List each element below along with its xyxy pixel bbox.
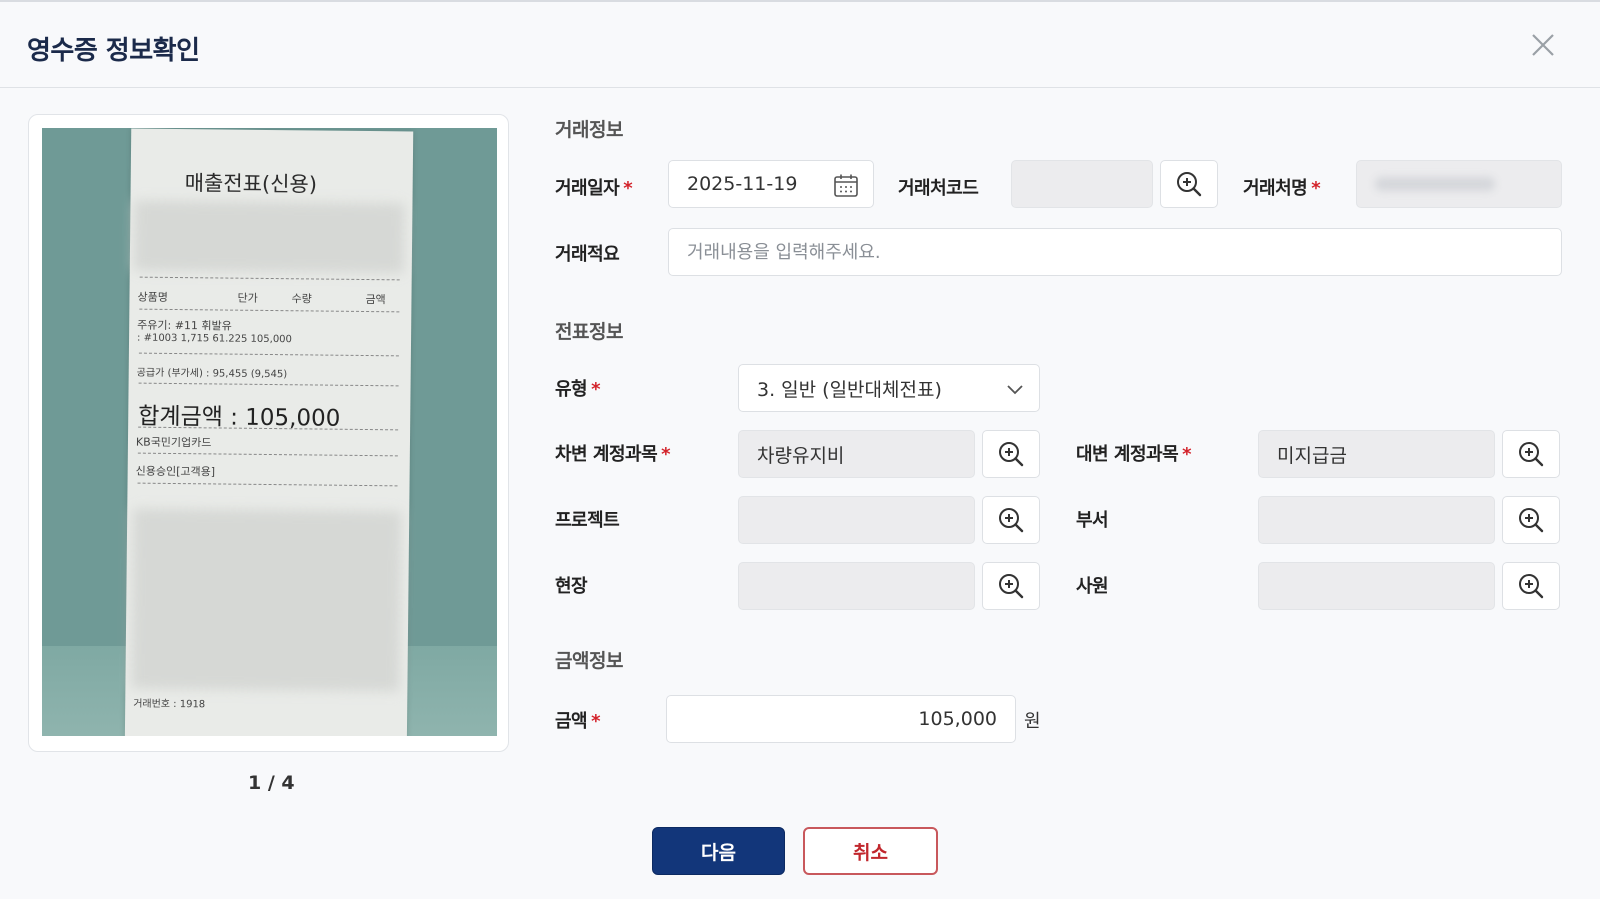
image-pager: 1 / 4 <box>248 772 295 794</box>
credit-label: 대변 계정과목 * <box>1076 444 1192 465</box>
type-select[interactable]: 3. 일반 (일반대체전표) <box>738 364 1040 412</box>
close-icon <box>1532 34 1554 56</box>
receipt-image-frame: 매출전표(신용) 상품명 단가 수량 금액 주유기: #11 휘발유 : #10… <box>28 114 509 752</box>
next-button[interactable]: 다음 <box>652 827 785 875</box>
credit-value: 미지급금 <box>1277 444 1347 467</box>
vendor-name-field[interactable] <box>1356 160 1562 208</box>
divider <box>138 382 399 387</box>
type-label: 유형 * <box>555 379 601 400</box>
zoom-in-icon <box>1519 508 1544 533</box>
date-label: 거래일자 * <box>555 178 633 199</box>
modal-title: 영수증 정보확인 <box>27 36 200 66</box>
col-qty: 수량 <box>291 292 312 306</box>
chevron-down-icon <box>1007 385 1023 395</box>
zoom-in-icon <box>1177 172 1202 197</box>
dept-label: 부서 <box>1076 510 1109 531</box>
amount-field[interactable]: 105,000 <box>666 695 1016 743</box>
col-item: 상품명 <box>137 290 168 304</box>
approval: 신용승인[고객용] <box>135 464 216 479</box>
receipt-title: 매출전표(신용) <box>184 171 318 197</box>
project-search-button[interactable] <box>982 496 1040 544</box>
divider <box>137 452 398 457</box>
project-label: 프로젝트 <box>555 510 620 531</box>
zoom-in-icon <box>999 574 1024 599</box>
debit-value: 차량유지비 <box>757 444 845 467</box>
modal-header: 영수증 정보확인 <box>0 2 1600 88</box>
col-amount: 금액 <box>365 293 386 307</box>
supply-line: 공급가 (부가세) : 95,455 (9,545) <box>136 367 288 381</box>
vendor-code-label: 거래처코드 <box>898 178 979 199</box>
date-field[interactable]: 2025-11-19 <box>668 160 874 208</box>
zoom-in-icon <box>999 442 1024 467</box>
site-search-button[interactable] <box>982 562 1040 610</box>
dept-search-button[interactable] <box>1502 496 1560 544</box>
credit-search-button[interactable] <box>1502 430 1560 478</box>
receipt-paper: 매출전표(신용) 상품명 단가 수량 금액 주유기: #11 휘발유 : #10… <box>124 128 414 736</box>
receipt-confirm-modal: 영수증 정보확인 매출전표(신용) 상품명 단가 수량 금액 주유기: #11 … <box>0 0 1600 899</box>
redacted-value <box>1375 177 1495 191</box>
zoom-in-icon <box>1519 574 1544 599</box>
debit-field[interactable]: 차량유지비 <box>738 430 975 478</box>
dept-field[interactable] <box>1258 496 1495 544</box>
employee-field[interactable] <box>1258 562 1495 610</box>
section-amount: 금액정보 <box>555 650 623 672</box>
site-label: 현장 <box>555 576 588 597</box>
site-field[interactable] <box>738 562 975 610</box>
credit-field[interactable]: 미지급금 <box>1258 430 1495 478</box>
amount-unit: 원 <box>1024 711 1041 732</box>
trans-no: 거래번호 : 1918 <box>133 698 206 711</box>
close-button[interactable] <box>1528 30 1558 60</box>
col-price: 단가 <box>237 291 258 305</box>
amount-label: 금액 * <box>555 711 601 732</box>
project-field[interactable] <box>738 496 975 544</box>
vendor-code-field[interactable] <box>1011 160 1153 208</box>
divider <box>139 308 400 313</box>
receipt-photo[interactable]: 매출전표(신용) 상품명 단가 수량 금액 주유기: #11 휘발유 : #10… <box>42 128 497 736</box>
zoom-in-icon <box>999 508 1024 533</box>
blurred-area <box>131 508 402 692</box>
memo-label: 거래적요 <box>555 244 620 265</box>
vendor-code-search-button[interactable] <box>1160 160 1218 208</box>
cancel-button[interactable]: 취소 <box>803 827 938 875</box>
employee-label: 사원 <box>1076 576 1109 597</box>
memo-field[interactable] <box>668 228 1562 276</box>
vendor-name-label: 거래처명 * <box>1243 178 1321 199</box>
divider <box>137 482 398 487</box>
card-name: KB국민기업카드 <box>135 435 212 450</box>
type-value: 3. 일반 (일반대체전표) <box>757 378 942 401</box>
divider <box>139 276 400 281</box>
zoom-in-icon <box>1519 442 1544 467</box>
debit-label: 차변 계정과목 * <box>555 444 671 465</box>
date-value: 2025-11-19 <box>687 173 798 195</box>
item-line: : #1003 1,715 61.225 105,000 <box>137 332 292 346</box>
memo-input[interactable] <box>687 241 1543 263</box>
calendar-icon[interactable] <box>833 173 859 199</box>
divider <box>138 352 399 357</box>
section-transaction: 거래정보 <box>555 119 623 141</box>
amount-value: 105,000 <box>918 708 997 730</box>
employee-search-button[interactable] <box>1502 562 1560 610</box>
debit-search-button[interactable] <box>982 430 1040 478</box>
blurred-area <box>133 200 405 274</box>
item-line: 주유기: #11 휘발유 <box>137 318 232 333</box>
section-voucher: 전표정보 <box>555 321 623 343</box>
